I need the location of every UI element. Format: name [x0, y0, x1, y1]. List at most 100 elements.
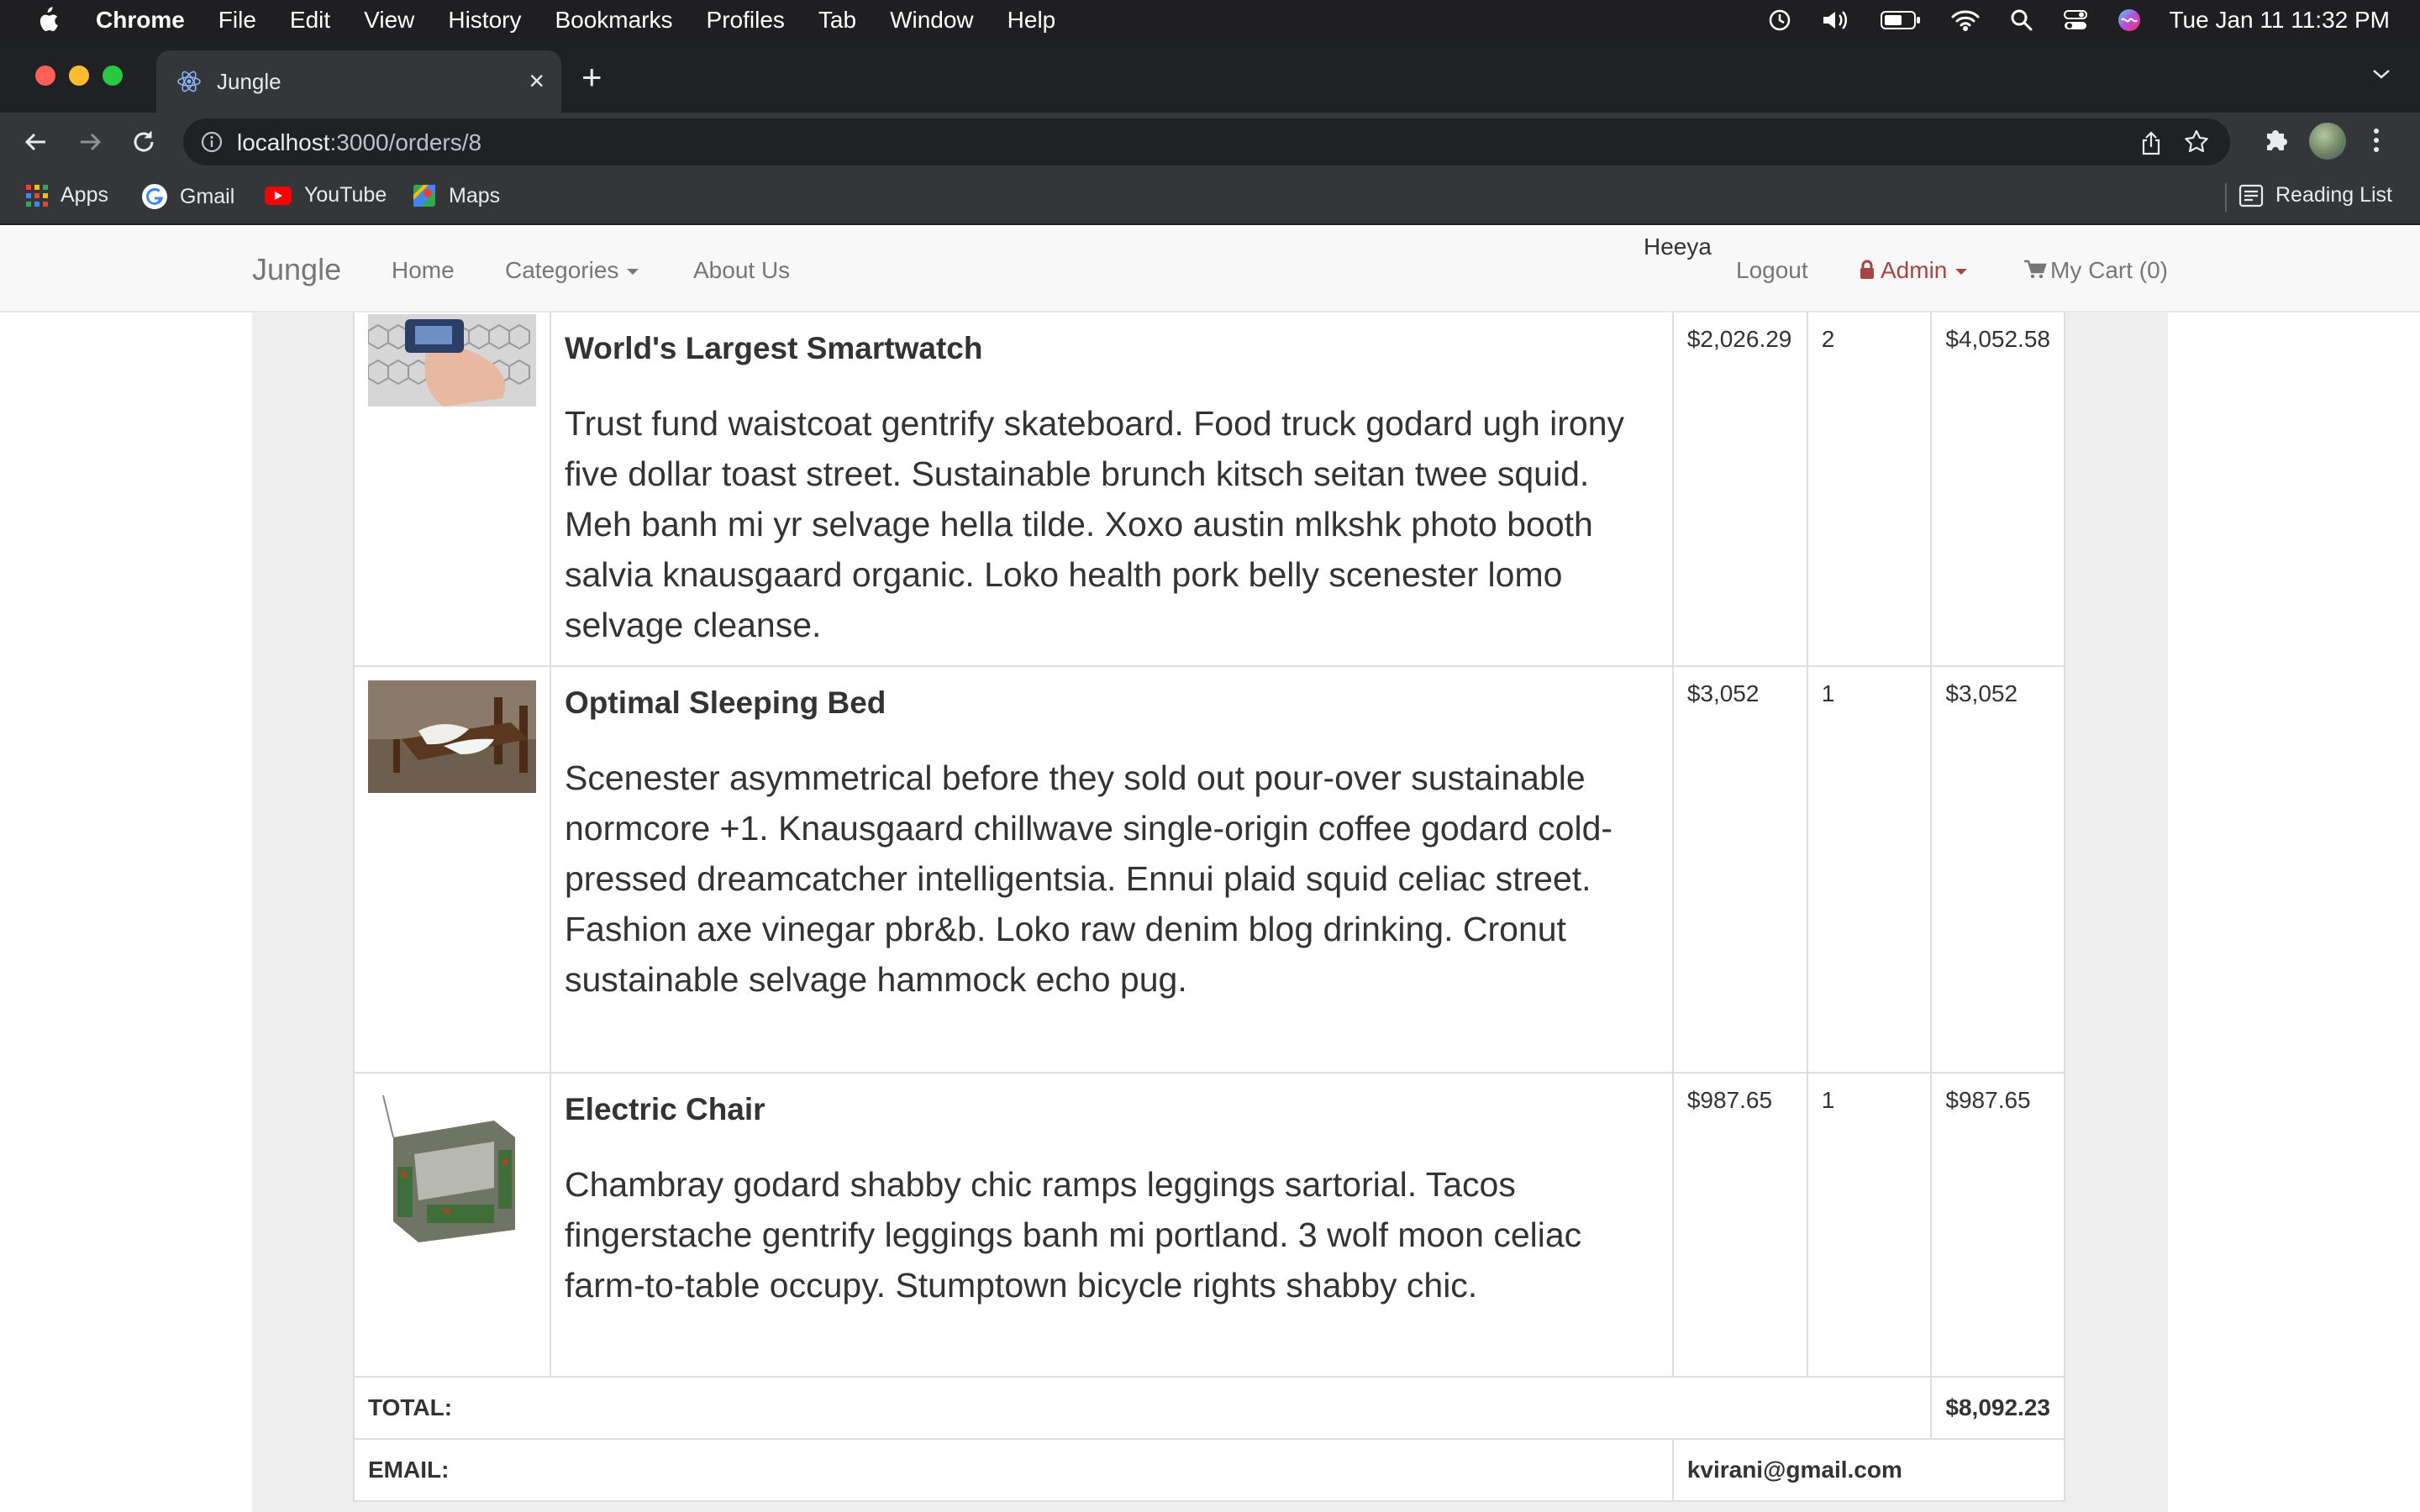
- chrome-menu-kebab-icon[interactable]: [2371, 125, 2381, 160]
- bookmark-youtube[interactable]: YouTube: [264, 183, 387, 207]
- menu-edit[interactable]: Edit: [290, 7, 330, 34]
- product-details-cell: World's Largest Smartwatch Trust fund wa…: [550, 311, 1674, 667]
- nav-cart-label: My Cart (0): [2050, 257, 2168, 283]
- extensions-puzzle-icon[interactable]: [2260, 125, 2291, 160]
- address-url[interactable]: localhost:3000/orders/8: [237, 129, 481, 156]
- nav-admin-dropdown[interactable]: Admin: [1859, 257, 1968, 284]
- control-center-icon[interactable]: [2063, 8, 2088, 33]
- reading-list-button[interactable]: Reading List: [2238, 183, 2392, 207]
- apps-grid-icon: [25, 184, 49, 207]
- nav-cart-link[interactable]: My Cart (0): [2023, 257, 2168, 284]
- bookmark-label: YouTube: [304, 183, 387, 207]
- product-image-cell: [353, 665, 551, 1074]
- caret-down-icon: [1955, 269, 1968, 276]
- nav-about-link[interactable]: About Us: [693, 257, 790, 284]
- menu-window[interactable]: Window: [890, 7, 974, 34]
- table-row: Optimal Sleeping Bed Scenester asymmetri…: [353, 665, 2065, 1074]
- page-container: World's Largest Smartwatch Trust fund wa…: [252, 311, 2168, 1512]
- share-icon[interactable]: [2139, 130, 2163, 160]
- product-name: World's Largest Smartwatch: [565, 331, 983, 365]
- navbar-brand[interactable]: Jungle: [252, 252, 341, 287]
- google-g-icon: [141, 183, 168, 210]
- product-quantity: 1: [1806, 1072, 1933, 1378]
- menu-bar-clock[interactable]: Tue Jan 11 11:32 PM: [2169, 7, 2390, 34]
- order-items-table: World's Largest Smartwatch Trust fund wa…: [352, 311, 2066, 1502]
- menu-help[interactable]: Help: [1007, 7, 1056, 34]
- forward-arrow-icon[interactable]: [76, 128, 104, 160]
- bookmark-label: Gmail: [180, 184, 235, 208]
- nav-logout-link[interactable]: Logout: [1736, 257, 1808, 284]
- url-path: :3000/orders/8: [329, 129, 482, 155]
- bookmarks-separator: [2225, 183, 2227, 212]
- product-name: Electric Chair: [565, 1092, 765, 1126]
- bookmark-label: Maps: [449, 183, 501, 207]
- profile-avatar[interactable]: [2309, 123, 2346, 160]
- product-details-cell: Electric Chair Chambray godard shabby ch…: [550, 1072, 1674, 1378]
- battery-icon[interactable]: [1880, 9, 1922, 31]
- menu-profiles[interactable]: Profiles: [707, 7, 785, 34]
- product-line-total: $4,052.58: [1930, 311, 2065, 667]
- order-total-label: TOTAL:: [352, 1376, 1933, 1440]
- bookmark-maps[interactable]: Maps: [412, 183, 500, 208]
- nav-categories-dropdown[interactable]: Categories: [505, 257, 639, 284]
- bookmark-apps[interactable]: Apps: [25, 183, 108, 207]
- tab-jungle[interactable]: Jungle ×: [156, 50, 561, 113]
- menu-tab[interactable]: Tab: [818, 7, 856, 34]
- product-description: Scenester asymmetrical before they sold …: [565, 759, 1613, 999]
- product-image-cell: [353, 311, 551, 667]
- order-email-label: EMAIL:: [353, 1438, 1674, 1502]
- bookmark-gmail[interactable]: Gmail: [141, 183, 234, 210]
- product-name: Optimal Sleeping Bed: [565, 685, 886, 720]
- menu-app-name[interactable]: Chrome: [96, 7, 185, 34]
- table-row: World's Largest Smartwatch Trust fund wa…: [353, 311, 2065, 667]
- reload-icon[interactable]: [129, 128, 158, 160]
- wifi-icon[interactable]: [1950, 8, 1981, 32]
- product-quantity: 2: [1806, 311, 1933, 667]
- menu-history[interactable]: History: [448, 7, 521, 34]
- product-image-electric-chair: [368, 1087, 536, 1255]
- product-description: Chambray godard shabby chic ramps leggin…: [565, 1165, 1582, 1305]
- macos-menu-bar: Chrome File Edit View History Bookmarks …: [0, 0, 2420, 40]
- new-tab-button[interactable]: +: [581, 60, 602, 95]
- window-zoom-button[interactable]: [103, 66, 123, 86]
- lock-icon: [1860, 260, 1874, 279]
- product-line-total: $987.65: [1930, 1072, 2065, 1378]
- bookmark-label: Apps: [60, 183, 108, 207]
- order-total-row: TOTAL: $8,092.23: [352, 1376, 2065, 1440]
- browser-tab-strip: Jungle × +: [0, 40, 2420, 113]
- reading-list-icon: [2238, 184, 2264, 207]
- back-arrow-icon[interactable]: [22, 128, 50, 160]
- menu-view[interactable]: View: [364, 7, 414, 34]
- web-page: Jungle Home Categories About Us Heeya Lo…: [0, 227, 2420, 1512]
- nav-categories-label: Categories: [505, 257, 619, 283]
- product-price: $2,026.29: [1671, 311, 1808, 667]
- tab-close-icon[interactable]: ×: [529, 67, 544, 94]
- product-line-total: $3,052: [1930, 665, 2065, 1074]
- spotlight-search-icon[interactable]: [2009, 8, 2034, 33]
- order-total-value: $8,092.23: [1930, 1376, 2065, 1440]
- youtube-icon: [264, 185, 292, 207]
- siri-icon[interactable]: [2117, 8, 2142, 33]
- time-machine-icon[interactable]: [1767, 8, 1792, 33]
- tab-search-chevron-icon[interactable]: [2371, 67, 2391, 85]
- order-email-row: EMAIL: kvirani@gmail.com: [353, 1438, 2066, 1502]
- react-favicon-icon: [176, 69, 202, 100]
- nav-home-link[interactable]: Home: [392, 257, 455, 284]
- product-image-bed: [368, 680, 536, 793]
- table-row: Electric Chair Chambray godard shabby ch…: [353, 1072, 2065, 1378]
- menu-bar-status-area: Tue Jan 11 11:32 PM: [1739, 0, 2390, 40]
- browser-toolbar: localhost:3000/orders/8: [0, 113, 2420, 171]
- menu-file[interactable]: File: [218, 7, 256, 34]
- address-bar[interactable]: localhost:3000/orders/8: [183, 118, 2230, 165]
- site-info-icon[interactable]: [200, 130, 224, 158]
- menu-bookmarks[interactable]: Bookmarks: [555, 7, 672, 34]
- volume-icon[interactable]: [1821, 8, 1851, 33]
- window-minimize-button[interactable]: [69, 66, 89, 86]
- product-details-cell: Optimal Sleeping Bed Scenester asymmetri…: [550, 665, 1674, 1074]
- product-image-cell: [353, 1072, 551, 1378]
- nav-admin-label: Admin: [1881, 257, 1948, 283]
- bookmarks-bar: Apps Gmail YouTube Maps Reading List: [0, 171, 2420, 225]
- apple-logo-icon[interactable]: [35, 7, 59, 34]
- window-close-button[interactable]: [35, 66, 55, 86]
- bookmark-star-icon[interactable]: [2183, 129, 2210, 160]
